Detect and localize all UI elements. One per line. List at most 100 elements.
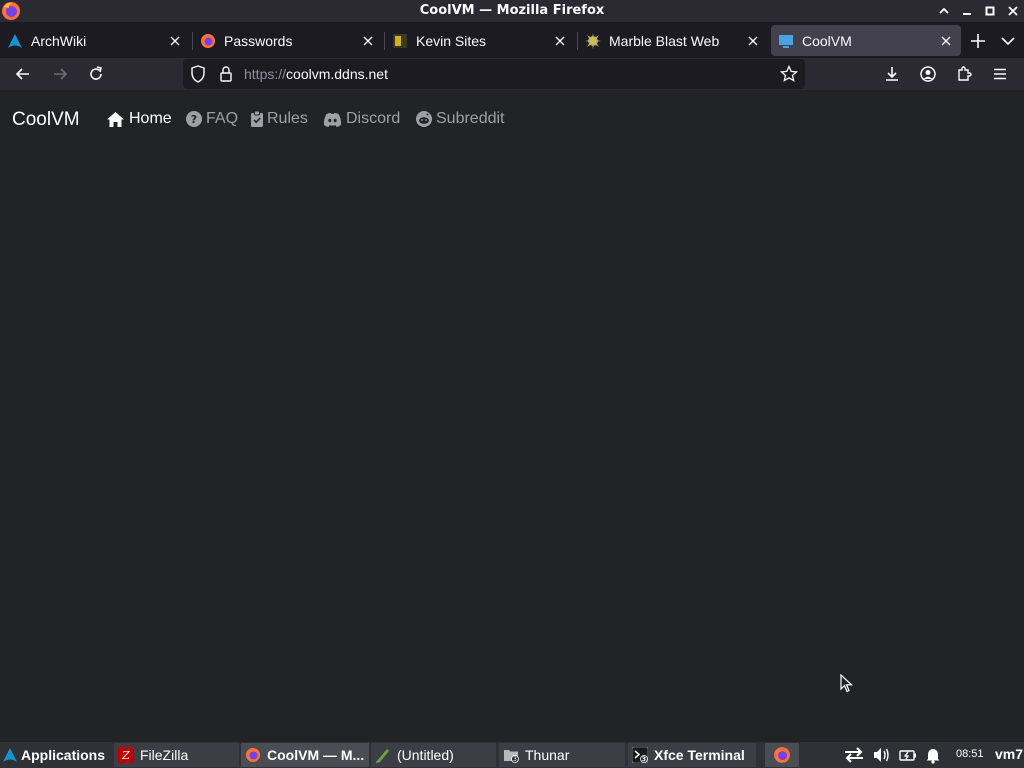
archlinux-icon <box>3 748 17 762</box>
question-circle-icon: ? <box>186 111 202 127</box>
tab-label: Kevin Sites <box>416 32 487 49</box>
taskbar: Applications Z FileZilla CoolVM — M... (… <box>0 742 1024 768</box>
url-protocol: https:// <box>244 66 287 82</box>
firefox-icon <box>201 33 215 48</box>
close-icon <box>170 36 180 45</box>
archlinux-icon <box>8 33 22 48</box>
tab-kevin-sites[interactable]: Kevin Sites <box>385 25 575 56</box>
marble-blast-icon <box>585 32 601 49</box>
arrow-right-icon <box>54 68 68 80</box>
maximize-icon <box>985 6 994 16</box>
battery-icon[interactable] <box>899 746 917 764</box>
taskbar-window-label: (Untitled) <box>397 747 454 763</box>
nav-link-label: Subreddit <box>436 110 505 127</box>
reload-button[interactable] <box>83 62 109 86</box>
taskbar-window-thunar[interactable]: 3 Thunar <box>499 743 625 767</box>
hostname-label: vm7 <box>995 746 1024 762</box>
plus-icon <box>971 34 985 48</box>
download-icon <box>886 67 898 81</box>
lock-icon[interactable] <box>219 65 233 83</box>
tab-passwords[interactable]: Passwords <box>193 25 383 56</box>
list-all-tabs-button[interactable] <box>998 31 1018 51</box>
nav-link-rules[interactable]: Rules <box>251 110 308 128</box>
arrow-left-icon <box>15 68 29 80</box>
close-icon <box>941 36 951 45</box>
tab-close-button[interactable] <box>938 33 954 49</box>
window-count-badge: 3 <box>513 756 517 763</box>
account-icon <box>920 66 936 82</box>
kevin-sites-icon <box>393 33 407 48</box>
nav-link-label: FAQ <box>206 110 239 127</box>
close-icon <box>1007 6 1018 16</box>
taskbar-window-label: Thunar <box>525 747 570 763</box>
site-brand[interactable]: CoolVM <box>12 109 80 131</box>
minimize-icon <box>962 13 971 15</box>
app-menu-button[interactable] <box>987 62 1013 86</box>
tab-coolvm[interactable]: CoolVM <box>771 25 961 56</box>
applications-label: Applications <box>21 747 106 763</box>
volume-icon[interactable] <box>873 746 890 764</box>
window-titlebar: CoolVM — Mozilla Firefox <box>0 0 1024 22</box>
nav-link-label: Discord <box>346 110 401 127</box>
window-maximize-button[interactable] <box>978 0 1001 22</box>
window-shade-button[interactable] <box>932 0 955 22</box>
taskbar-window-label: CoolVM — M... <box>267 747 365 763</box>
taskbar-window-firefox[interactable]: CoolVM — M... <box>241 743 369 767</box>
page-content: CoolVM Home ? FAQ Rules Discord Subreddi… <box>0 90 1024 742</box>
window-close-button[interactable] <box>1001 0 1024 22</box>
account-button[interactable] <box>915 62 941 86</box>
back-button[interactable] <box>10 62 36 86</box>
close-icon <box>748 36 758 45</box>
monitor-icon <box>779 34 793 48</box>
forward-button[interactable] <box>47 62 73 86</box>
close-icon <box>363 36 373 45</box>
nav-link-label: Home <box>129 110 172 127</box>
bookmark-star-icon[interactable] <box>780 65 798 83</box>
tracking-protection-icon[interactable] <box>190 65 206 83</box>
clock[interactable]: 08:51 <box>956 748 984 760</box>
nav-link-home[interactable]: Home <box>106 110 172 128</box>
taskbar-window-label: Xfce Terminal <box>654 747 745 763</box>
new-tab-button[interactable] <box>968 31 988 51</box>
hamburger-menu-icon <box>994 68 1006 80</box>
downloads-button[interactable] <box>879 62 905 86</box>
url-text[interactable]: https://coolvm.ddns.net <box>244 66 388 82</box>
url-bar[interactable]: https://coolvm.ddns.net <box>183 59 805 89</box>
taskbar-window-terminal[interactable]: 3 Xfce Terminal <box>628 743 756 767</box>
tab-archwiki[interactable]: ArchWiki <box>0 25 190 56</box>
mouse-cursor-icon <box>840 674 854 693</box>
tab-label: CoolVM <box>802 32 852 49</box>
tab-close-button[interactable] <box>745 33 761 49</box>
nav-link-discord[interactable]: Discord <box>323 110 400 128</box>
filezilla-icon: Z <box>118 747 134 763</box>
tab-close-button[interactable] <box>167 33 183 49</box>
discord-icon <box>323 112 342 127</box>
tab-marble-blast-web[interactable]: Marble Blast Web <box>578 25 768 56</box>
nav-link-label: Rules <box>267 110 308 127</box>
taskbar-window-filezilla[interactable]: Z FileZilla <box>114 743 239 767</box>
close-icon <box>555 36 565 45</box>
svg-text:?: ? <box>191 113 197 126</box>
extensions-button[interactable] <box>951 62 977 86</box>
window-title: CoolVM — Mozilla Firefox <box>419 3 605 18</box>
applications-menu-button[interactable]: Applications <box>0 743 112 767</box>
reload-icon <box>90 66 102 80</box>
nav-link-subreddit[interactable]: Subreddit <box>416 110 505 128</box>
nav-link-faq[interactable]: ? FAQ <box>186 110 238 128</box>
navigation-toolbar: https://coolvm.ddns.net <box>0 58 1024 90</box>
puzzle-icon <box>958 66 972 81</box>
firefox-icon <box>774 747 790 763</box>
clipboard-check-icon <box>251 111 263 127</box>
tab-close-button[interactable] <box>552 33 568 49</box>
tab-close-button[interactable] <box>360 33 376 49</box>
taskbar-window-untitled[interactable]: (Untitled) <box>371 743 496 767</box>
chevron-up-icon <box>938 7 949 14</box>
tab-label: Passwords <box>224 32 293 49</box>
window-count-badge: 3 <box>642 756 646 763</box>
url-host: coolvm.ddns.net <box>286 66 388 82</box>
network-transfer-icon[interactable] <box>843 746 865 764</box>
notification-bell-icon[interactable] <box>925 746 941 764</box>
taskbar-launcher-firefox[interactable] <box>765 743 799 767</box>
tab-label: Marble Blast Web <box>609 32 720 49</box>
window-minimize-button[interactable] <box>955 0 978 22</box>
